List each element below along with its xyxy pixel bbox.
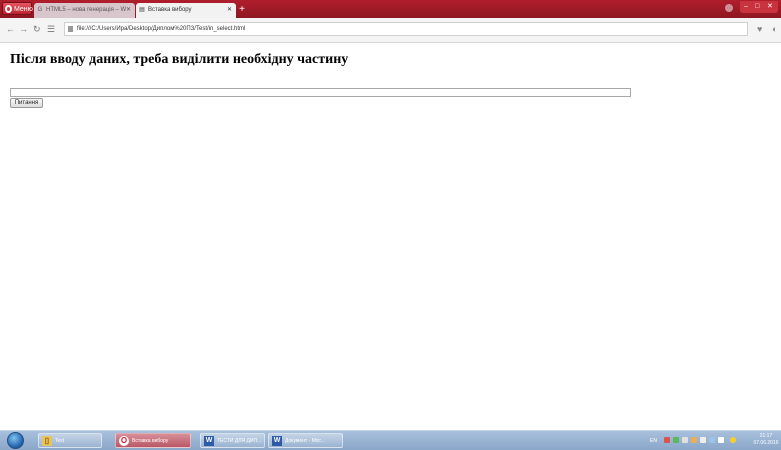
tab-label: Вставка вибору bbox=[148, 7, 192, 13]
update-tray-icon[interactable] bbox=[730, 437, 736, 443]
close-tab-icon[interactable]: ✕ bbox=[126, 3, 131, 18]
start-button[interactable] bbox=[4, 432, 28, 449]
google-favicon-icon: G bbox=[37, 7, 43, 13]
minimize-icon[interactable]: – bbox=[744, 1, 748, 12]
windows-logo-icon bbox=[7, 432, 24, 449]
page-favicon-icon: ▤ bbox=[139, 7, 145, 13]
flag-tray-icon[interactable] bbox=[691, 437, 697, 443]
forward-arrow-icon[interactable]: → bbox=[19, 23, 28, 35]
tab-vstavka-vyboru[interactable]: ▤ Вставка вибору ✕ bbox=[136, 3, 236, 18]
taskbar-item-word-document[interactable]: W Документ - Micr... bbox=[268, 433, 343, 448]
windows-taskbar: ▯ Test O Вставка вибору W ТЕСТИ ДЛЯ ДИП.… bbox=[0, 430, 781, 450]
antivirus-tray-icon[interactable] bbox=[664, 437, 670, 443]
menu-label: Меню bbox=[14, 6, 33, 13]
heart-icon[interactable]: ♥ bbox=[757, 24, 762, 34]
speaker-tray-icon[interactable] bbox=[682, 437, 688, 443]
taskbar-clock[interactable]: 21:17 07.06.2016 bbox=[752, 433, 780, 447]
taskbar-item-label: Test bbox=[55, 438, 65, 444]
taskbar-item-label: Вставка вибору bbox=[132, 438, 169, 444]
volume-tray-icon[interactable] bbox=[709, 437, 715, 443]
opera-icon: O bbox=[119, 436, 129, 446]
taskbar-item-word-tests[interactable]: W ТЕСТИ ДЛЯ ДИП... bbox=[200, 433, 265, 448]
taskbar-item-opera[interactable]: O Вставка вибору bbox=[115, 433, 191, 448]
word-icon: W bbox=[204, 436, 214, 446]
tab-html5[interactable]: G HTML5 – нова генерація – W ✕ bbox=[34, 3, 135, 18]
clock-time: 21:17 bbox=[759, 433, 773, 439]
power-tray-icon[interactable] bbox=[700, 437, 706, 443]
window-controls: – □ ✕ bbox=[740, 1, 778, 13]
taskbar-item-label: Документ - Micr... bbox=[285, 438, 325, 444]
clock-date: 07.06.2016 bbox=[753, 440, 779, 446]
close-tab-icon[interactable]: ✕ bbox=[227, 3, 232, 18]
speed-dial-icon[interactable]: ☰ bbox=[47, 23, 55, 35]
ask-button[interactable]: Питання bbox=[10, 98, 43, 108]
more-icon[interactable]: ◐ bbox=[772, 24, 777, 34]
taskbar-item-test[interactable]: ▯ Test bbox=[38, 433, 102, 448]
tab-label: HTML5 – нова генерація – W bbox=[46, 7, 127, 13]
answer-input[interactable] bbox=[10, 88, 631, 97]
maximize-icon[interactable]: □ bbox=[755, 1, 759, 12]
browser-toolbar: ← → ↻ ☰ file:///C:/Users/Ира/Desktop/Дип… bbox=[0, 18, 781, 43]
address-bar[interactable]: file:///C:/Users/Ира/Desktop/Диплом%20ПЗ… bbox=[64, 22, 748, 36]
network-tray-icon[interactable] bbox=[673, 437, 679, 443]
folder-icon: ▯ bbox=[42, 436, 52, 446]
browser-tab-strip: Меню G HTML5 – нова генерація – W ✕ ▤ Вс… bbox=[0, 0, 781, 18]
opera-logo-icon bbox=[5, 5, 12, 13]
back-arrow-icon[interactable]: ← bbox=[6, 23, 15, 35]
address-url: file:///C:/Users/Ира/Desktop/Диплом%20ПЗ… bbox=[77, 26, 246, 32]
page-heading: Після вводу даних, треба виділити необхі… bbox=[10, 52, 349, 67]
word-icon: W bbox=[272, 436, 282, 446]
language-indicator[interactable]: EN bbox=[650, 438, 657, 444]
close-window-icon[interactable]: ✕ bbox=[767, 1, 773, 12]
show-hidden-icon[interactable] bbox=[718, 437, 724, 443]
page-icon bbox=[68, 26, 73, 32]
tab-indicator-icon bbox=[725, 4, 733, 12]
opera-menu-button[interactable]: Меню bbox=[2, 2, 33, 15]
reload-icon[interactable]: ↻ bbox=[33, 23, 41, 35]
new-tab-button[interactable]: + bbox=[237, 4, 247, 15]
taskbar-item-label: ТЕСТИ ДЛЯ ДИП... bbox=[217, 438, 262, 444]
